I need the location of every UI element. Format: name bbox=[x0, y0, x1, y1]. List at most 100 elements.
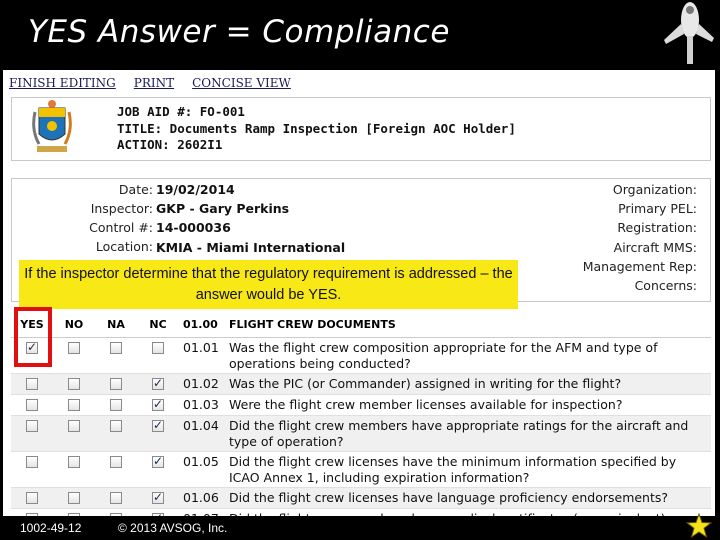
na-checkbox[interactable] bbox=[110, 419, 122, 432]
nc-checkbox[interactable] bbox=[152, 418, 164, 432]
question-text: Did the flight crew members have medical… bbox=[229, 508, 711, 516]
job-aid-action: ACTION: 2602I1 bbox=[117, 137, 223, 152]
no-checkbox[interactable] bbox=[68, 512, 80, 516]
checkbox-cell bbox=[95, 373, 137, 395]
aircraft-mms-label: Aircraft MMS: bbox=[613, 239, 697, 255]
no-checkbox[interactable] bbox=[68, 377, 80, 390]
no-checkbox[interactable] bbox=[68, 398, 80, 411]
yes-column-highlight bbox=[14, 307, 52, 367]
slide-number: 1002-49-12 bbox=[20, 521, 82, 535]
no-checkbox[interactable] bbox=[68, 419, 80, 432]
table-row: 01.03Were the flight crew member license… bbox=[11, 394, 711, 416]
date-label: Date: bbox=[118, 182, 153, 197]
management-rep-label: Management Rep: bbox=[582, 258, 697, 274]
question-text: Did the flight crew licenses have langua… bbox=[229, 487, 711, 509]
question-text: Was the flight crew composition appropri… bbox=[229, 337, 711, 374]
nc-checkbox[interactable] bbox=[152, 341, 164, 354]
checkbox-cell bbox=[53, 487, 95, 509]
job-aid-number: JOB AID #: FO-001 bbox=[117, 104, 245, 119]
checkbox-cell bbox=[11, 373, 53, 395]
control-value: 14-000036 bbox=[156, 220, 231, 236]
date-value: 19/02/2014 bbox=[156, 182, 235, 197]
checkbox-cell bbox=[11, 394, 53, 416]
na-checkbox[interactable] bbox=[110, 377, 122, 390]
nc-checkbox[interactable] bbox=[152, 454, 164, 468]
slide-title: YES Answer = Compliance bbox=[28, 14, 450, 50]
question-text: Did the flight crew members have appropr… bbox=[229, 415, 711, 452]
checkbox-cell bbox=[95, 394, 137, 416]
checkbox-cell bbox=[11, 508, 53, 516]
print-link[interactable]: PRINT bbox=[134, 76, 174, 90]
nc-checkbox[interactable] bbox=[152, 511, 164, 516]
checkbox-cell bbox=[137, 337, 179, 374]
checkbox-cell bbox=[95, 451, 137, 488]
question-number: 01.01 bbox=[179, 337, 229, 374]
checkbox-cell bbox=[95, 487, 137, 509]
control-label: Control #: bbox=[89, 220, 153, 235]
job-aid-title: TITLE: Documents Ramp Inspection [Foreig… bbox=[117, 120, 516, 136]
question-text: Did the flight crew licenses have the mi… bbox=[229, 451, 711, 488]
registration-label: Registration: bbox=[617, 220, 697, 236]
checkbox-cell bbox=[137, 373, 179, 395]
question-number: 01.06 bbox=[179, 487, 229, 509]
location-value: KMIA - Miami International bbox=[156, 239, 346, 255]
checkbox-cell bbox=[95, 508, 137, 516]
yes-checkbox[interactable] bbox=[26, 455, 38, 468]
checkbox-cell bbox=[137, 394, 179, 416]
checkbox-cell bbox=[53, 337, 95, 374]
col-section-number: 01.00 bbox=[179, 313, 229, 338]
yes-checkbox[interactable] bbox=[26, 398, 38, 411]
location-label: Location: bbox=[95, 239, 153, 254]
no-checkbox[interactable] bbox=[68, 341, 80, 354]
yes-checkbox[interactable] bbox=[26, 419, 38, 432]
col-na: NA bbox=[95, 313, 137, 338]
question-text: Was the PIC (or Commander) assigned in w… bbox=[229, 373, 711, 395]
checkbox-cell bbox=[11, 415, 53, 452]
checklist-table: YES NO NA NC 01.00 FLIGHT CREW DOCUMENTS… bbox=[11, 313, 711, 516]
concerns-label: Concerns: bbox=[634, 278, 697, 294]
question-number: 01.05 bbox=[179, 451, 229, 488]
finish-editing-link[interactable]: FINISH EDITING bbox=[9, 76, 116, 90]
inspector-label: Inspector: bbox=[90, 201, 153, 216]
checkbox-cell bbox=[95, 337, 137, 374]
nc-checkbox[interactable] bbox=[152, 376, 164, 390]
checkbox-cell bbox=[11, 487, 53, 509]
concise-view-link[interactable]: CONCISE VIEW bbox=[192, 76, 291, 90]
question-number: 01.02 bbox=[179, 373, 229, 395]
checkbox-cell bbox=[95, 415, 137, 452]
na-checkbox[interactable] bbox=[110, 455, 122, 468]
callout-note: If the inspector determine that the regu… bbox=[19, 260, 518, 309]
yes-checkbox[interactable] bbox=[26, 377, 38, 390]
question-number: 01.07 bbox=[179, 508, 229, 516]
aircraft-logo-icon bbox=[664, 2, 714, 64]
inspector-value: GKP - Gary Perkins bbox=[156, 201, 290, 217]
info-right-labels: Organization: Primary PEL: Registration:… bbox=[583, 180, 697, 295]
nc-checkbox[interactable] bbox=[152, 490, 164, 504]
no-checkbox[interactable] bbox=[68, 455, 80, 468]
question-number: 01.04 bbox=[179, 415, 229, 452]
yes-checkbox[interactable] bbox=[26, 512, 38, 516]
na-checkbox[interactable] bbox=[110, 491, 122, 504]
checkbox-cell bbox=[137, 415, 179, 452]
checkbox-cell bbox=[53, 415, 95, 452]
checkbox-cell bbox=[53, 394, 95, 416]
app-window: FINISH EDITING PRINT CONCISE VIEW JOB AI… bbox=[3, 70, 715, 516]
table-row: 01.02Was the PIC (or Commander) assigned… bbox=[11, 373, 711, 395]
no-checkbox[interactable] bbox=[68, 491, 80, 504]
yes-checkbox[interactable] bbox=[26, 491, 38, 504]
question-number: 01.03 bbox=[179, 394, 229, 416]
table-header-row: YES NO NA NC 01.00 FLIGHT CREW DOCUMENTS bbox=[11, 313, 711, 338]
checkbox-cell bbox=[137, 508, 179, 516]
nc-checkbox[interactable] bbox=[152, 397, 164, 411]
checkbox-cell bbox=[137, 487, 179, 509]
na-checkbox[interactable] bbox=[110, 341, 122, 354]
col-nc: NC bbox=[137, 313, 179, 338]
question-text: Were the flight crew member licenses ava… bbox=[229, 394, 711, 416]
na-checkbox[interactable] bbox=[110, 398, 122, 411]
star-icon bbox=[686, 513, 712, 539]
top-menu: FINISH EDITING PRINT CONCISE VIEW bbox=[9, 76, 291, 90]
coat-of-arms-icon bbox=[32, 100, 72, 152]
job-aid-header: JOB AID #: FO-001 TITLE: Documents Ramp … bbox=[117, 104, 516, 154]
col-no: NO bbox=[53, 313, 95, 338]
na-checkbox[interactable] bbox=[110, 512, 122, 516]
